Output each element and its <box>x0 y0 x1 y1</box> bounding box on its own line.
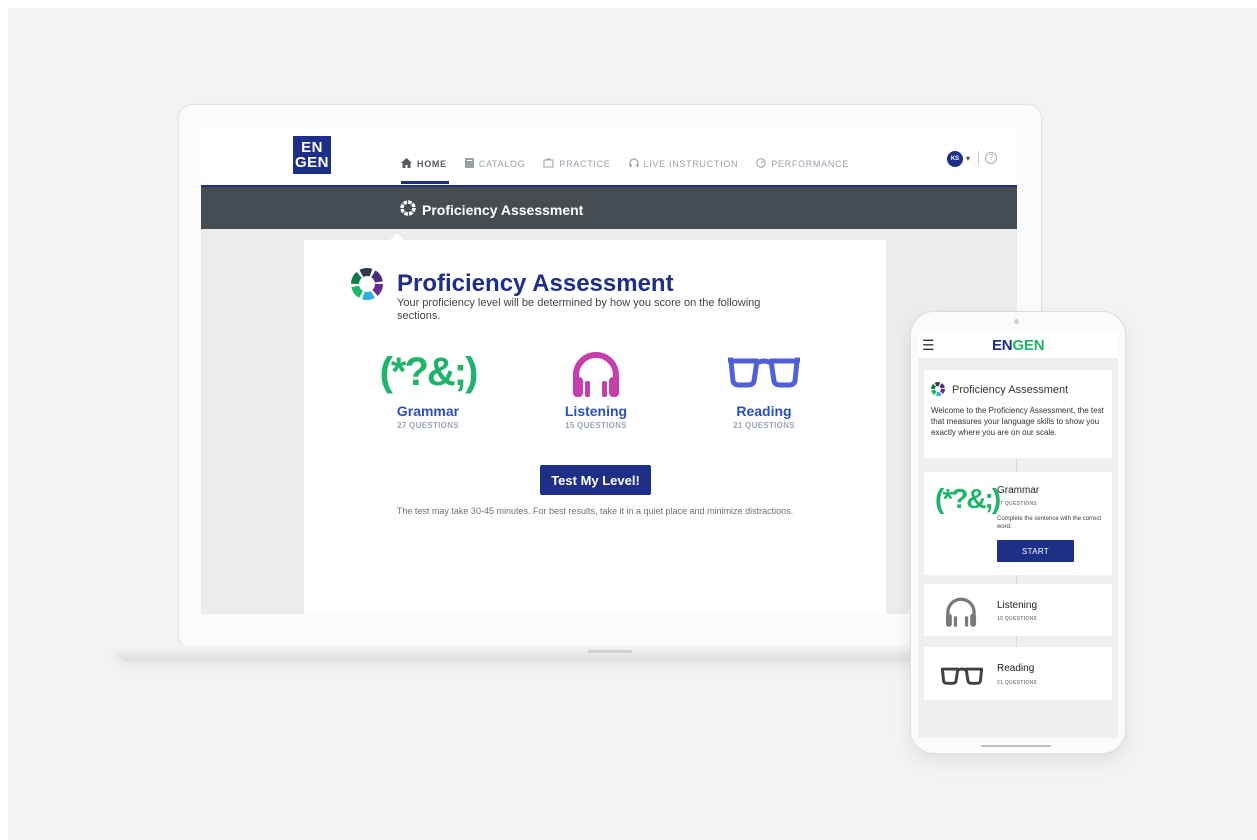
nav-performance[interactable]: PERFORMANCE <box>756 157 849 171</box>
card-title: Proficiency Assessment <box>397 270 674 297</box>
nav-practice[interactable]: PRACTICE <box>543 157 610 171</box>
banner-title: Proficiency Assessment <box>400 200 583 219</box>
hamburger-menu-icon[interactable]: ☰ <box>922 337 935 354</box>
section-count: 15 QUESTIONS <box>997 616 1037 622</box>
section-count: 27 QUESTIONS <box>997 501 1037 507</box>
phone-header: ☰ ENGEN <box>918 332 1118 358</box>
logo-part-2: GEN <box>1012 337 1045 354</box>
logo-line-2: GEN <box>294 154 329 171</box>
section-card-listening[interactable]: Listening 15 QUESTIONS <box>924 584 1112 636</box>
section-count: 27 QUESTIONS <box>397 421 459 430</box>
nav-practice-label: PRACTICE <box>559 159 611 169</box>
intro-card: Proficiency Assessment Welcome to the Pr… <box>924 370 1112 458</box>
assessment-ring-logo-icon <box>350 267 384 306</box>
assessment-card: Proficiency Assessment Your proficiency … <box>304 240 886 614</box>
section-grammar[interactable]: (*?&;) Grammar 27 QUESTIONS <box>368 347 488 430</box>
card-subtitle: Your proficiency level will be determine… <box>397 297 761 322</box>
chevron-down-icon[interactable]: ▾ <box>966 154 970 163</box>
intro-title: Proficiency Assessment <box>952 384 1069 396</box>
headphones-icon <box>944 594 978 633</box>
section-description: Complete the sentence with the correct w… <box>997 516 1102 530</box>
section-name: Grammar <box>997 485 1040 496</box>
logo-line-1: EN <box>301 139 323 156</box>
intro-body: Welcome to the Proficiency Assessment, t… <box>931 406 1104 437</box>
section-card-grammar[interactable]: (*?&;) Grammar 27 QUESTIONS Complete the… <box>924 472 1112 575</box>
assessment-ring-icon <box>400 200 416 219</box>
section-name: Reading <box>997 663 1035 674</box>
page-banner: Proficiency Assessment <box>201 187 1017 229</box>
grammar-icon: (*?&;) <box>379 350 479 394</box>
section-count: 21 QUESTIONS <box>733 421 795 430</box>
help-icon[interactable]: ? <box>985 152 997 164</box>
section-count: 15 QUESTIONS <box>565 421 627 430</box>
nav-home-label: HOME <box>417 159 447 169</box>
section-name: Listening <box>564 403 628 419</box>
glasses-icon <box>704 347 824 397</box>
section-count: 21 QUESTIONS <box>997 680 1037 686</box>
nav-performance-label: PERFORMANCE <box>771 159 849 169</box>
section-reading[interactable]: Reading 21 QUESTIONS <box>704 347 824 430</box>
nav-live-instruction[interactable]: LIVE INSTRUCTION <box>628 157 739 171</box>
test-duration-note: The test may take 30-45 minutes. For bes… <box>396 506 794 516</box>
phone-camera <box>1014 319 1019 324</box>
nav-live-instruction-label: LIVE INSTRUCTION <box>643 159 739 169</box>
nav-catalog[interactable]: CATALOG <box>464 157 526 171</box>
headphones-icon <box>536 347 656 397</box>
nav-home[interactable]: HOME <box>401 157 449 184</box>
grammar-icon: (*?&;) <box>935 483 1001 514</box>
laptop-screen: EN GEN HOME CATALOG PRACTICE LIVE INSTRU… <box>201 127 1017 614</box>
section-name: Listening <box>997 600 1038 611</box>
nav-catalog-label: CATALOG <box>478 159 526 169</box>
card-pointer <box>390 233 404 240</box>
user-avatar[interactable]: KS <box>947 151 963 167</box>
divider <box>978 151 979 165</box>
gauge-icon <box>756 157 766 171</box>
banner-title-text: Proficiency Assessment <box>422 201 584 218</box>
home-icon <box>401 157 412 171</box>
assessment-ring-icon <box>931 382 945 401</box>
section-name: Reading <box>736 403 792 419</box>
engen-logo[interactable]: ENGEN <box>992 337 1045 354</box>
headset-icon <box>628 157 639 171</box>
engen-logo[interactable]: EN GEN <box>293 136 331 174</box>
section-card-reading[interactable]: Reading 21 QUESTIONS <box>924 647 1112 700</box>
phone-screen: ☰ ENGEN Proficiency Assessment Welcome t… <box>918 332 1118 738</box>
section-name: Grammar <box>396 403 460 419</box>
clipboard-icon <box>543 158 554 171</box>
logo-part-1: EN <box>992 337 1013 354</box>
main-nav: HOME CATALOG PRACTICE LIVE INSTRUCTION P… <box>401 157 849 184</box>
glasses-icon <box>940 663 984 692</box>
phone-home-indicator <box>981 745 1051 747</box>
section-listening[interactable]: Listening 15 QUESTIONS <box>536 347 656 430</box>
test-my-level-button[interactable]: Test My Level! <box>540 465 651 495</box>
top-navigation-bar: EN GEN HOME CATALOG PRACTICE LIVE INSTRU… <box>201 127 1017 187</box>
start-button[interactable]: START <box>997 540 1074 562</box>
laptop-notch <box>588 650 632 653</box>
book-icon <box>464 157 474 171</box>
